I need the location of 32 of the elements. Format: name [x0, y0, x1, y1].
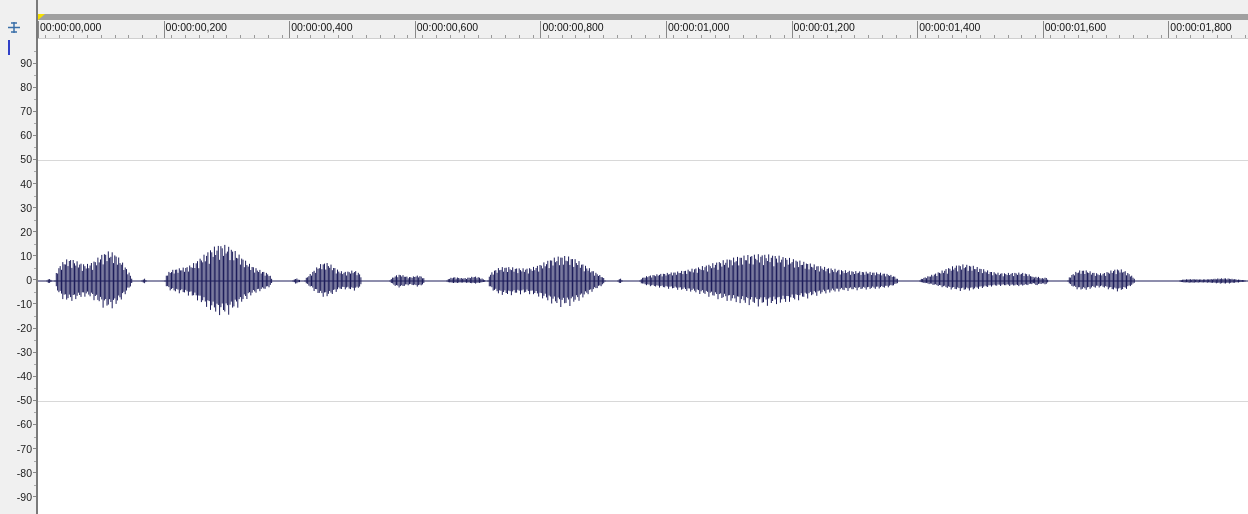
time-label: 00:00:01,000	[666, 21, 731, 33]
time-label: 00:00:01,400	[918, 21, 982, 33]
time-label: 00:00:01,800	[1169, 21, 1233, 33]
amplitude-label: 40	[20, 177, 32, 190]
time-label: 00:00:00,600	[415, 21, 480, 33]
amplitude-label: 60	[20, 129, 32, 142]
amplitude-label: -30	[16, 346, 32, 359]
time-label: 00:00:00,800	[541, 21, 605, 33]
time-label: 00:00:00,200	[164, 21, 228, 33]
amplitude-label: 0	[26, 273, 32, 286]
overview-bar[interactable]	[38, 14, 1248, 20]
amplitude-label: -10	[16, 298, 32, 310]
time-label: 00:00:01,200	[792, 21, 856, 33]
track-marker	[8, 40, 10, 55]
amplitude-label: -90	[16, 490, 32, 503]
amplitude-label: 10	[20, 249, 32, 262]
amplitude-label: -50	[16, 394, 32, 407]
amplitude-label: 80	[20, 81, 32, 94]
amplitude-label: 70	[20, 105, 32, 118]
time-label: 00:00:00,400	[290, 21, 354, 33]
amplitude-label: 50	[20, 153, 32, 166]
time-label: 00:00:01,600	[1043, 21, 1108, 33]
amplitude-label: 90	[20, 57, 32, 70]
cursor-icon[interactable]	[8, 22, 20, 33]
amplitude-label: 30	[20, 201, 32, 214]
amplitude-label: -80	[16, 466, 32, 479]
time-label: 00:00:00,000	[39, 21, 103, 33]
amplitude-label: 20	[20, 225, 32, 238]
amplitude-label: -40	[16, 370, 32, 383]
amplitude-label: -70	[16, 442, 32, 455]
amplitude-label: -60	[16, 418, 32, 431]
amplitude-label: -20	[16, 322, 32, 335]
